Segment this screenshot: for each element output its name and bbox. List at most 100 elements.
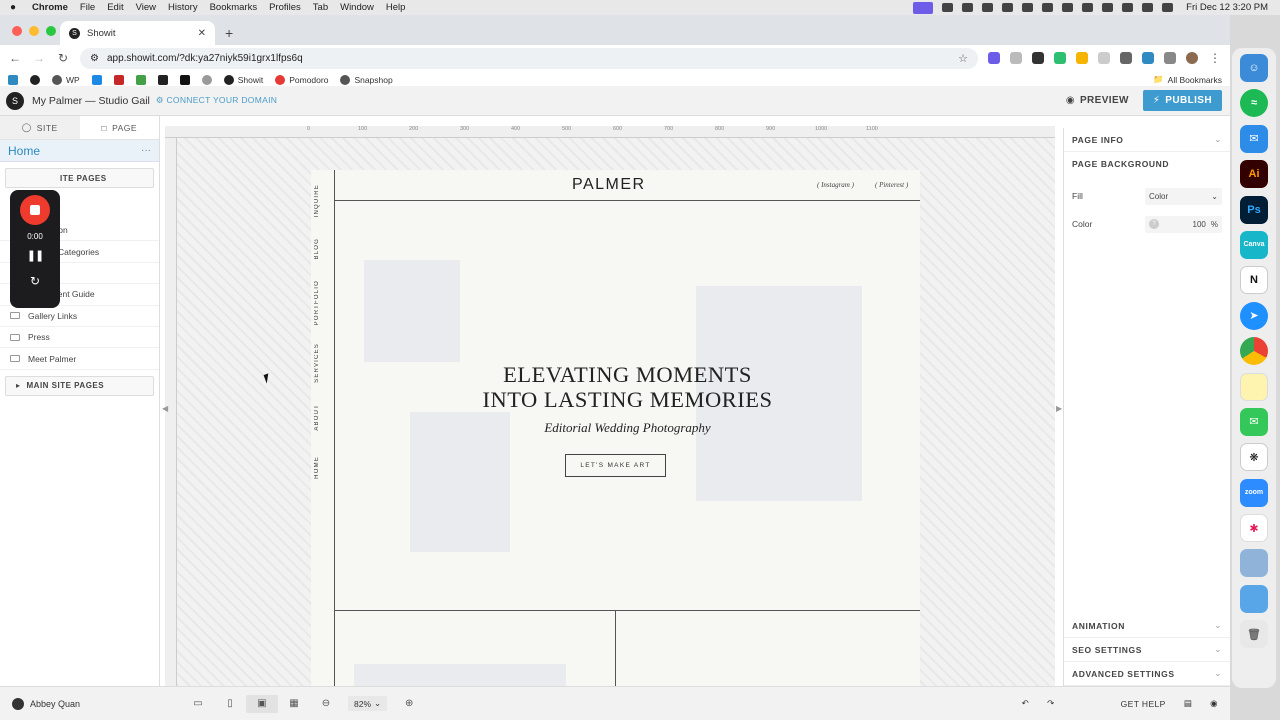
spotify-icon[interactable]: ≈ <box>1240 89 1268 118</box>
bookmark-green-icon[interactable] <box>135 74 146 85</box>
page-info-section[interactable]: PAGE INFO ⌄ <box>1064 128 1230 152</box>
menu-bookmarks[interactable]: Bookmarks <box>204 2 264 13</box>
design-canvas[interactable]: 0 100 200 300 400 500 600 700 800 900 10… <box>165 126 1055 686</box>
redo-icon[interactable]: ↷ <box>1047 698 1055 709</box>
back-icon[interactable]: ← <box>8 51 22 65</box>
notion-icon[interactable]: N <box>1240 266 1268 295</box>
control-center-icon[interactable] <box>1162 3 1174 12</box>
all-bookmarks[interactable]: 📁 All Bookmarks <box>1153 74 1222 85</box>
downloads-folder-icon[interactable] <box>1240 584 1268 613</box>
tablet-view-icon[interactable]: ▭ <box>182 698 214 709</box>
advanced-settings-section[interactable]: ADVANCED SETTINGS ⌄ <box>1064 662 1230 686</box>
publish-button[interactable]: ⚡ PUBLISH <box>1142 90 1222 111</box>
photoshop-icon[interactable]: Ps <box>1240 195 1268 224</box>
nav-home[interactable]: HOME <box>314 456 332 479</box>
bookmark-apps-icon[interactable] <box>8 74 18 85</box>
color-field[interactable]: ? 100 % <box>1145 215 1222 233</box>
zoom-app-icon[interactable]: zoom <box>1240 478 1268 507</box>
bookmark-showit[interactable]: Showit <box>223 74 263 85</box>
chrome-menu-icon[interactable]: ⋮ <box>1208 51 1222 65</box>
page-row-press[interactable]: Press <box>0 327 159 349</box>
battery-icon[interactable] <box>1082 3 1094 12</box>
new-tab-icon[interactable]: + <box>225 25 233 41</box>
screen-record-icon[interactable] <box>913 1 934 14</box>
color-swatch[interactable]: ? <box>1149 219 1159 229</box>
pinterest-link[interactable]: ( Pinterest ) <box>875 181 908 189</box>
collapse-left-icon[interactable]: ◀ <box>162 404 168 413</box>
current-page-row[interactable]: Home ··· <box>0 140 159 162</box>
site-pages-group[interactable]: ITE PAGES <box>5 168 154 188</box>
menu-file[interactable]: File <box>74 2 101 13</box>
bookmark-pomodoro[interactable]: Pomodoro <box>275 74 328 85</box>
showit-logo-icon[interactable]: S <box>6 91 24 110</box>
close-tab-icon[interactable]: ✕ <box>198 28 206 39</box>
chatgpt-icon[interactable]: ❋ <box>1240 443 1268 472</box>
slack-icon[interactable]: ✱ <box>1240 514 1268 543</box>
connect-domain-link[interactable]: ⚙ CONNECT YOUR DOMAIN <box>156 95 277 106</box>
nav-blog[interactable]: BLOG <box>314 238 332 259</box>
airdrop-icon[interactable] <box>1042 3 1054 12</box>
close-window-button[interactable] <box>12 26 22 36</box>
trash-icon[interactable]: 🗑 <box>1240 620 1268 649</box>
apple-icon[interactable]: ● <box>0 2 26 13</box>
stop-recording-button[interactable] <box>20 195 50 225</box>
bookmark-snapshop[interactable]: Snapshop <box>340 74 393 85</box>
brand-logo[interactable]: PALMER <box>572 176 646 194</box>
extension-f-icon[interactable] <box>1032 52 1044 64</box>
notes-icon[interactable]: ▤ <box>1184 698 1192 709</box>
menu-edit[interactable]: Edit <box>101 2 129 13</box>
hero-subheadline[interactable]: Editorial Wedding Photography <box>335 420 920 436</box>
zoom-window-button[interactable] <box>46 26 56 36</box>
extensions-puzzle-icon[interactable] <box>1120 52 1132 64</box>
bookmark-red-icon[interactable] <box>113 74 124 85</box>
zoom-select[interactable]: 82% ⌄ <box>348 696 388 711</box>
extension-grey-icon[interactable] <box>1098 52 1110 64</box>
nav-portfolio[interactable]: PORTFOLIO <box>314 280 332 325</box>
side-panel-icon[interactable] <box>1164 52 1176 64</box>
play-icon[interactable] <box>1102 3 1114 12</box>
chrome-icon[interactable] <box>1240 337 1268 366</box>
camera-icon[interactable] <box>982 3 994 12</box>
opacity-value[interactable]: 100 <box>1193 220 1206 229</box>
pinwheel-icon[interactable] <box>1022 3 1034 12</box>
preview-button[interactable]: ◉ PREVIEW <box>1066 95 1129 106</box>
seo-settings-section[interactable]: SEO SETTINGS ⌄ <box>1064 638 1230 662</box>
menu-profiles[interactable]: Profiles <box>263 2 307 13</box>
chat-icon[interactable]: ◉ <box>1210 698 1218 709</box>
hero-headline[interactable]: ELEVATING MOMENTS INTO LASTING MEMORIES <box>335 362 920 412</box>
bookmark-amazon-icon[interactable] <box>179 74 190 85</box>
profile-avatar[interactable] <box>1186 52 1198 64</box>
zoom-out-icon[interactable]: ⊖ <box>310 698 342 709</box>
extension-purple-icon[interactable] <box>988 52 1000 64</box>
pause-icon[interactable]: ❚❚ <box>27 249 44 262</box>
menu-history[interactable]: History <box>162 2 204 13</box>
cta-button[interactable]: LET'S MAKE ART <box>565 454 666 477</box>
animation-section[interactable]: ANIMATION ⌄ <box>1064 614 1230 638</box>
menu-view[interactable]: View <box>130 2 162 13</box>
nav-services[interactable]: SERVICES <box>314 343 332 383</box>
restart-icon[interactable]: ↻ <box>30 274 40 288</box>
minimize-window-button[interactable] <box>29 26 39 36</box>
user-account[interactable]: Abbey Quan <box>12 697 182 710</box>
mobile-view-icon[interactable]: ▯ <box>214 698 246 709</box>
illustrator-icon[interactable]: Ai <box>1240 160 1268 189</box>
address-bar[interactable]: ⚙ app.showit.com/?dk:ya27niyk59i1grx1lfp… <box>80 47 978 69</box>
extension-green-icon[interactable] <box>1054 52 1066 64</box>
grid-icon[interactable]: ▦ <box>278 698 310 709</box>
extension-color-icon[interactable] <box>1076 52 1088 64</box>
finder-icon[interactable]: ☺ <box>1240 54 1268 82</box>
collapse-right-icon[interactable]: ▶ <box>1056 404 1062 413</box>
bookmark-wp[interactable]: WP <box>52 74 80 85</box>
nav-about[interactable]: ABOUT <box>314 404 332 431</box>
canva-icon[interactable]: Canva <box>1240 230 1268 259</box>
fill-select[interactable]: Color ⌄ <box>1145 187 1222 205</box>
tab-site[interactable]: ◯ SITE <box>0 116 80 139</box>
undo-icon[interactable]: ↶ <box>1022 698 1030 709</box>
desktop-view-icon[interactable]: ▣ <box>246 694 278 713</box>
page-row-gallery-links[interactable]: Gallery Links <box>0 306 159 327</box>
safari-icon[interactable]: ➤ <box>1240 301 1268 330</box>
display-icon[interactable] <box>1062 3 1074 12</box>
menu-window[interactable]: Window <box>334 2 380 13</box>
page-background-section[interactable]: PAGE BACKGROUND <box>1064 152 1230 176</box>
tab-page[interactable]: □ PAGE <box>80 116 160 139</box>
